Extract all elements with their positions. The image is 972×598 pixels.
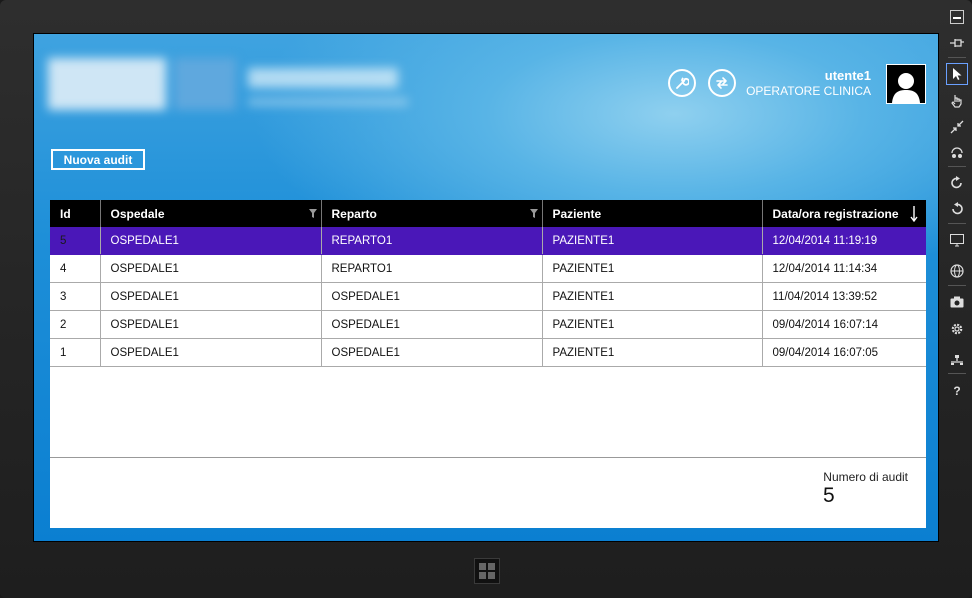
network-icon[interactable]	[946, 349, 968, 371]
cell-data: 09/04/2014 16:07:05	[762, 338, 926, 367]
swap-arrows-icon[interactable]	[708, 69, 736, 97]
table-row[interactable]: 2 OSPEDALE1 OSPEDALE1 PAZIENTE1 09/04/20…	[50, 310, 926, 339]
table-header-row: Id Ospedale Reparto Paziente Data/ora re…	[50, 200, 926, 227]
column-header-label: Paziente	[552, 206, 602, 221]
column-header-label: Id	[60, 206, 71, 221]
cell-id: 3	[50, 282, 101, 311]
table-row[interactable]: 1 OSPEDALE1 OSPEDALE1 PAZIENTE1 09/04/20…	[50, 338, 926, 367]
touch-mode-icon[interactable]	[946, 90, 968, 112]
cell-paziente: PAZIENTE1	[542, 310, 763, 339]
footer-divider	[50, 457, 926, 458]
cell-paziente: PAZIENTE1	[542, 227, 763, 255]
table-row[interactable]: 3 OSPEDALE1 OSPEDALE1 PAZIENTE1 11/04/20…	[50, 282, 926, 311]
mouse-mode-icon[interactable]	[946, 63, 968, 85]
cell-id: 2	[50, 310, 101, 339]
rotate-touch-icon[interactable]	[946, 142, 968, 164]
resolution-icon[interactable]	[946, 229, 968, 251]
new-audit-button[interactable]: Nuova audit	[51, 149, 145, 170]
rotate-clockwise-icon[interactable]	[946, 172, 968, 194]
column-header-label: Data/ora registrazione	[772, 206, 899, 221]
cell-data: 12/04/2014 11:19:19	[762, 227, 926, 255]
pinch-zoom-icon[interactable]	[946, 116, 968, 138]
screen: utente1 OPERATORE CLINICA Nuova audit Id	[33, 33, 939, 542]
rotate-counterclockwise-icon[interactable]	[946, 198, 968, 220]
table-row-selected[interactable]: 5 OSPEDALE1 REPARTO1 PAZIENTE1 12/04/201…	[50, 227, 926, 255]
cell-id: 5	[50, 227, 101, 255]
cell-reparto: OSPEDALE1	[321, 282, 543, 311]
cell-ospedale: OSPEDALE1	[100, 338, 322, 367]
filter-icon[interactable]	[308, 209, 317, 218]
help-icon[interactable]: ?	[946, 380, 968, 402]
audit-table: Id Ospedale Reparto Paziente Data/ora re…	[50, 200, 926, 367]
avatar[interactable]	[886, 64, 926, 104]
cell-data: 09/04/2014 16:07:14	[762, 310, 926, 339]
column-header-ospedale[interactable]: Ospedale	[100, 200, 322, 227]
audit-count-value: 5	[823, 484, 835, 507]
cell-ospedale: OSPEDALE1	[100, 254, 322, 283]
cell-ospedale: OSPEDALE1	[100, 282, 322, 311]
settings-icon[interactable]	[946, 318, 968, 340]
column-header-data[interactable]: Data/ora registrazione	[762, 200, 926, 227]
cell-paziente: PAZIENTE1	[542, 282, 763, 311]
windows-logo-icon	[479, 563, 495, 579]
user-role: OPERATORE CLINICA	[746, 84, 871, 98]
location-icon[interactable]	[946, 260, 968, 282]
table-row[interactable]: 4 OSPEDALE1 REPARTO1 PAZIENTE1 12/04/201…	[50, 254, 926, 283]
cell-paziente: PAZIENTE1	[542, 338, 763, 367]
cell-reparto: OSPEDALE1	[321, 310, 543, 339]
cell-reparto: REPARTO1	[321, 254, 543, 283]
audit-grid: Id Ospedale Reparto Paziente Data/ora re…	[50, 200, 926, 528]
user-silhouette-icon	[892, 73, 920, 103]
column-header-label: Ospedale	[110, 206, 165, 221]
screenshot-icon[interactable]	[946, 291, 968, 313]
filter-icon[interactable]	[529, 209, 538, 218]
simulator-sidebar: ?	[943, 0, 972, 598]
column-header-label: Reparto	[331, 206, 377, 221]
app-window: utente1 OPERATORE CLINICA Nuova audit Id	[34, 34, 938, 541]
cell-id: 1	[50, 338, 101, 367]
cell-ospedale: OSPEDALE1	[100, 227, 322, 255]
cell-data: 11/04/2014 13:39:52	[762, 282, 926, 311]
simulator-device: utente1 OPERATORE CLINICA Nuova audit Id	[0, 0, 972, 598]
audit-count-label: Numero di audit	[823, 470, 908, 484]
cell-ospedale: OSPEDALE1	[100, 310, 322, 339]
cell-data: 12/04/2014 11:14:34	[762, 254, 926, 283]
windows-start-button[interactable]	[474, 558, 500, 584]
column-header-id[interactable]: Id	[50, 200, 101, 227]
column-header-paziente[interactable]: Paziente	[542, 200, 763, 227]
pin-icon[interactable]	[946, 32, 968, 54]
cell-reparto: OSPEDALE1	[321, 338, 543, 367]
blurred-app-logo	[48, 54, 408, 112]
minimize-icon[interactable]	[946, 6, 968, 28]
cell-id: 4	[50, 254, 101, 283]
help-label: ?	[953, 384, 961, 398]
wrench-icon[interactable]	[668, 69, 696, 97]
sort-descending-icon	[910, 206, 918, 222]
user-name: utente1	[824, 68, 871, 83]
cell-reparto: REPARTO1	[321, 227, 543, 255]
column-header-reparto[interactable]: Reparto	[321, 200, 543, 227]
cell-paziente: PAZIENTE1	[542, 254, 763, 283]
